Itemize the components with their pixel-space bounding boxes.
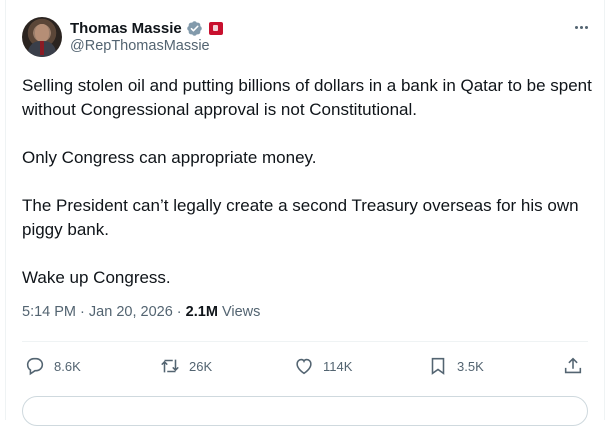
repost-button[interactable]: 26K xyxy=(159,352,212,380)
share-icon xyxy=(564,357,582,374)
bookmark-button[interactable]: 3.5K xyxy=(427,352,484,380)
author-name-row: Thomas Massie xyxy=(70,18,223,38)
author-display-name[interactable]: Thomas Massie xyxy=(70,20,182,37)
avatar[interactable] xyxy=(22,17,62,57)
views-count[interactable]: 2.1M xyxy=(186,304,218,320)
avatar-tie xyxy=(40,41,44,55)
views-label: Views xyxy=(221,304,261,320)
tweet-paragraph: Selling stolen oil and putting billions … xyxy=(22,76,592,119)
reply-icon xyxy=(26,357,44,376)
like-count: 114K xyxy=(323,358,353,374)
bookmark-count: 3.5K xyxy=(457,358,484,374)
tweet-paragraph: Only Congress can appropriate money. xyxy=(22,148,317,167)
tweet-paragraph: Wake up Congress. xyxy=(22,268,171,287)
share-button[interactable] xyxy=(562,352,584,380)
verified-icon[interactable] xyxy=(186,20,203,37)
like-icon xyxy=(296,358,312,375)
reply-button[interactable]: 8.6K xyxy=(24,352,81,380)
divider xyxy=(22,341,588,342)
tweet-date[interactable]: Jan 20, 2026 xyxy=(89,304,173,320)
repost-count: 26K xyxy=(189,358,213,374)
meta-separator: · xyxy=(80,304,85,320)
tweet-text: Selling stolen oil and putting billions … xyxy=(22,74,594,314)
affiliation-badge-icon[interactable] xyxy=(208,21,223,35)
reply-input[interactable] xyxy=(22,396,588,426)
like-button[interactable]: 114K xyxy=(293,352,352,380)
action-bar: 8.6K 26K 114K 3.5K xyxy=(22,352,588,380)
tweet-time[interactable]: 5:14 PM xyxy=(22,304,76,320)
tweet-paragraph: The President can’t legally create a sec… xyxy=(22,196,579,239)
more-icon[interactable] xyxy=(572,18,590,36)
tweet-metadata: 5:14 PM · Jan 20, 2026 · 2.1M Views xyxy=(22,304,260,320)
bookmark-icon xyxy=(431,357,445,375)
meta-separator: · xyxy=(176,304,182,320)
avatar-face xyxy=(35,24,49,42)
author-handle[interactable]: @RepThomasMassie xyxy=(70,38,210,54)
reply-count: 8.6K xyxy=(54,358,81,374)
repost-icon xyxy=(161,359,179,373)
